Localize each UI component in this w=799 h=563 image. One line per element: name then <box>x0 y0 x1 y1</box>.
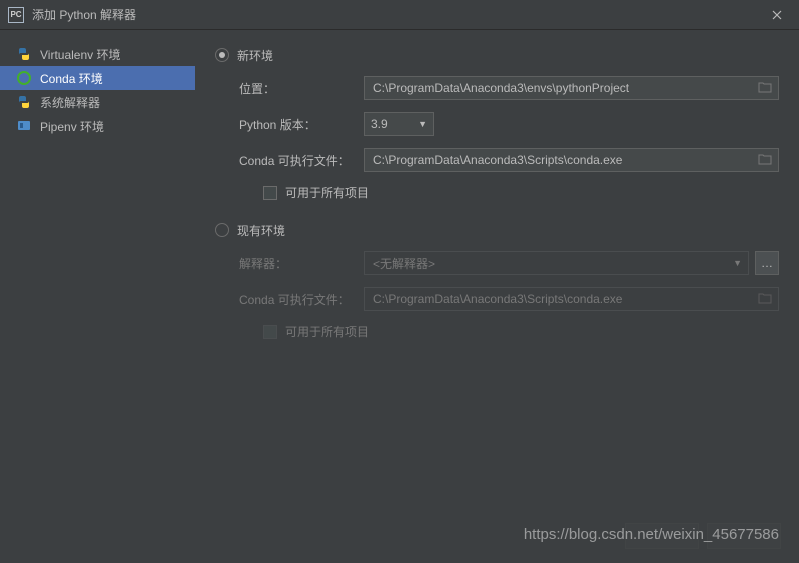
sidebar-item-label: Pipenv 环境 <box>40 118 104 135</box>
folder-browse-icon <box>758 292 774 306</box>
checkbox-icon <box>263 186 277 200</box>
interpreter-value: <无解释器> <box>373 255 435 272</box>
interpreter-label: 解释器： <box>239 255 354 272</box>
folder-browse-icon[interactable] <box>758 153 774 167</box>
make-available-checkbox-row[interactable]: 可用于所有项目 <box>263 184 779 201</box>
folder-browse-icon[interactable] <box>758 81 774 95</box>
sidebar-item-label: Conda 环境 <box>40 70 103 87</box>
conda-exe-input[interactable]: C:\ProgramData\Anaconda3\Scripts\conda.e… <box>364 148 779 172</box>
python-version-select[interactable]: 3.9 ▼ <box>364 112 434 136</box>
sidebar-item-conda[interactable]: Conda 环境 <box>0 66 195 90</box>
radio-icon <box>215 48 229 62</box>
checkbox-icon <box>263 325 277 339</box>
content-panel: 新环境 位置： C:\ProgramData\Anaconda3\envs\py… <box>195 30 799 563</box>
sidebar-item-label: Virtualenv 环境 <box>40 46 120 63</box>
radio-label: 新环境 <box>237 47 273 64</box>
make-available-checkbox-row-existing: 可用于所有项目 <box>263 323 779 340</box>
sidebar-item-label: 系统解释器 <box>40 94 100 111</box>
conda-exe-label: Conda 可执行文件： <box>239 152 354 169</box>
checkbox-label: 可用于所有项目 <box>285 184 369 201</box>
conda-icon <box>16 70 32 86</box>
sidebar-item-virtualenv[interactable]: Virtualenv 环境 <box>0 42 195 66</box>
conda-exe-value: C:\ProgramData\Anaconda3\Scripts\conda.e… <box>373 153 622 167</box>
sidebar: Virtualenv 环境 Conda 环境 系统解释器 Pipenv 环境 <box>0 30 195 563</box>
conda-exe-label-existing: Conda 可执行文件： <box>239 291 354 308</box>
sidebar-item-system[interactable]: 系统解释器 <box>0 90 195 114</box>
radio-icon <box>215 223 229 237</box>
browse-interpreter-button[interactable]: … <box>755 251 779 275</box>
radio-existing-environment[interactable]: 现有环境 <box>215 217 779 243</box>
location-label: 位置： <box>239 80 354 97</box>
location-input[interactable]: C:\ProgramData\Anaconda3\envs\pythonProj… <box>364 76 779 100</box>
python-icon <box>16 94 32 110</box>
pipenv-icon <box>16 118 32 134</box>
chevron-down-icon: ▼ <box>418 119 427 129</box>
sidebar-item-pipenv[interactable]: Pipenv 环境 <box>0 114 195 138</box>
checkbox-label: 可用于所有项目 <box>285 323 369 340</box>
window-title: 添加 Python 解释器 <box>32 6 136 23</box>
python-version-value: 3.9 <box>371 117 388 131</box>
pycharm-app-icon: PC <box>8 7 24 23</box>
conda-exe-input-existing: C:\ProgramData\Anaconda3\Scripts\conda.e… <box>364 287 779 311</box>
titlebar: PC 添加 Python 解释器 <box>0 0 799 30</box>
python-version-label: Python 版本： <box>239 116 354 133</box>
radio-new-environment[interactable]: 新环境 <box>215 42 779 68</box>
close-button[interactable] <box>763 1 791 29</box>
radio-label: 现有环境 <box>237 222 285 239</box>
conda-exe-value-existing: C:\ProgramData\Anaconda3\Scripts\conda.e… <box>373 292 622 306</box>
chevron-down-icon: ▼ <box>733 258 742 268</box>
python-icon <box>16 46 32 62</box>
interpreter-select: <无解释器> ▼ <box>364 251 749 275</box>
watermark-text: https://blog.csdn.net/weixin_45677586 <box>524 526 779 543</box>
location-value: C:\ProgramData\Anaconda3\envs\pythonProj… <box>373 81 629 95</box>
